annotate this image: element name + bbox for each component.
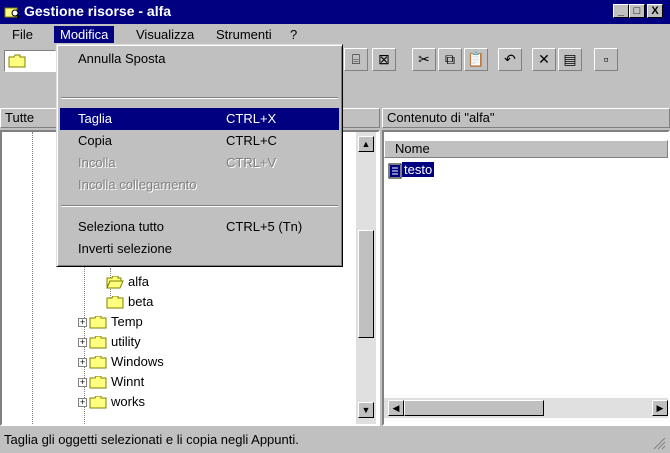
menu-item-incolla-collegamento[interactable]: Incolla collegamento [60,174,339,196]
horizontal-scroll-thumb[interactable] [404,400,544,416]
resize-grip-icon[interactable] [652,436,666,450]
scroll-down-icon[interactable]: ▼ [358,402,374,418]
scroll-thumb[interactable] [358,230,374,338]
minimize-button[interactable]: _ [613,4,629,18]
expand-icon[interactable]: + [78,378,87,388]
tree-item-windows[interactable]: + Windows [78,352,164,372]
file-item-testo[interactable]: testo [388,160,435,180]
horizontal-scrollbar[interactable]: ◀ ▶ [384,398,668,418]
folder-icon [89,336,107,349]
menu-item-taglia[interactable]: Taglia CTRL+X [60,108,339,130]
menu-file[interactable]: File [6,26,39,43]
menu-item-annulla-sposta[interactable]: Annulla Sposta [60,48,339,70]
folder-icon [8,54,26,68]
text-file-icon [388,163,402,179]
menu-separator [61,97,338,99]
scroll-right-icon[interactable]: ▶ [652,400,668,416]
delete-icon[interactable]: ✕ [532,48,556,71]
window-title: Gestione risorse - alfa [24,3,172,19]
tree-item-beta[interactable]: beta [106,292,153,312]
file-list-pane[interactable]: Nome testo ◀ ▶ [382,130,670,426]
menu-item-copia[interactable]: Copia CTRL+C [60,130,339,152]
scroll-left-icon[interactable]: ◀ [388,400,404,416]
status-bar: Taglia gli oggetti selezionati e li copi… [0,428,670,453]
copy-icon[interactable]: ⧉ [438,48,462,71]
large-icons-icon[interactable]: ▫ [594,48,618,71]
expand-icon[interactable]: + [78,358,87,368]
title-bar[interactable]: Gestione risorse - alfa _ □ X [0,0,670,24]
folder-icon [106,296,124,309]
edit-menu: Annulla Sposta Taglia CTRL+X Copia CTRL+… [56,44,343,267]
menu-visualizza[interactable]: Visualizza [130,26,200,43]
map-drive-icon[interactable]: ⌸ [344,48,368,71]
tree-item-winnt[interactable]: + Winnt [78,372,144,392]
open-folder-icon [106,276,124,289]
tree-item-utility[interactable]: + utility [78,332,141,352]
menu-item-incolla[interactable]: Incolla CTRL+V [60,152,339,174]
tree-item-works[interactable]: + works [78,392,145,412]
menu-help[interactable]: ? [284,26,303,43]
explorer-icon [4,7,20,19]
folder-icon [89,396,107,409]
expand-icon[interactable]: + [78,318,87,328]
undo-icon[interactable]: ↶ [498,48,522,71]
vertical-scrollbar[interactable]: ▲ ▼ [356,132,376,424]
menu-item-inverti-selezione[interactable]: Inverti selezione [60,238,339,260]
menu-strumenti[interactable]: Strumenti [210,26,278,43]
disconnect-drive-icon[interactable]: ⊠ [372,48,396,71]
tree-item-temp[interactable]: + Temp [78,312,143,332]
menu-item-seleziona-tutto[interactable]: Seleziona tutto CTRL+5 (Tn) [60,216,339,238]
expand-icon[interactable]: + [78,398,87,408]
menu-separator [61,205,338,207]
cut-icon[interactable]: ✂ [412,48,436,71]
properties-icon[interactable]: ▤ [558,48,582,71]
paste-icon[interactable]: 📋 [464,48,488,71]
menu-bar: File Modifica Visualizza Strumenti ? [0,24,670,44]
right-pane-header: Contenuto di "alfa" [382,108,670,128]
expand-icon[interactable]: + [78,338,87,348]
folder-icon [89,316,107,329]
folder-icon [89,356,107,369]
menu-modifica[interactable]: Modifica [54,26,115,43]
close-button[interactable]: X [647,4,663,18]
tree-item-alfa[interactable]: alfa [106,272,149,292]
drive-combo[interactable] [4,50,56,72]
scroll-up-icon[interactable]: ▲ [358,136,374,152]
folder-icon [89,376,107,389]
maximize-button[interactable]: □ [629,4,645,18]
status-text: Taglia gli oggetti selezionati e li copi… [4,432,299,447]
column-header-nome[interactable]: Nome [384,140,668,158]
